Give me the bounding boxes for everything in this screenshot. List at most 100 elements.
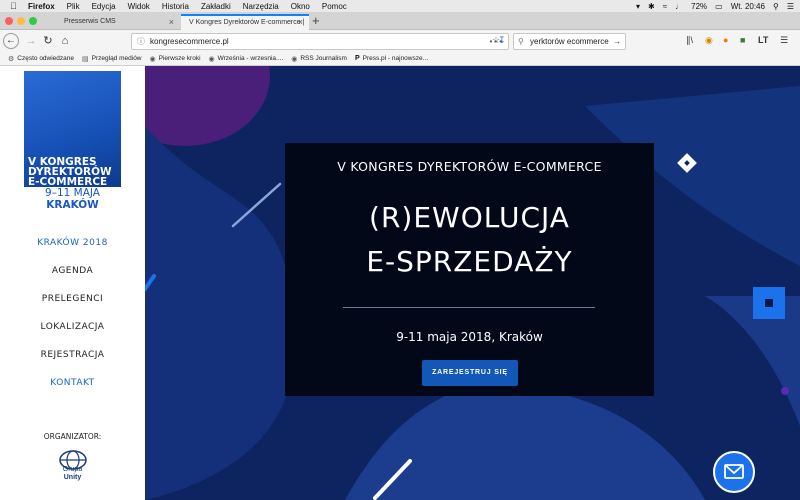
- search-go-icon[interactable]: →: [613, 34, 621, 49]
- nav-agenda[interactable]: AGENDA: [0, 264, 145, 292]
- contact-mail-button[interactable]: [713, 451, 755, 493]
- menu-hamburger-icon[interactable]: ☰: [780, 35, 788, 46]
- reload-button[interactable]: ↻: [40, 33, 56, 49]
- minimize-window-button[interactable]: [17, 17, 25, 25]
- battery-percent[interactable]: 72%: [691, 2, 707, 11]
- spotlight-search-icon[interactable]: ⚲: [773, 2, 779, 11]
- library-icon[interactable]: ∥\: [686, 35, 693, 46]
- organizer-name[interactable]: Grupa Unity: [0, 466, 145, 482]
- bookmark-label: RSS Journalism: [300, 55, 347, 62]
- menu-app-name[interactable]: Firefox: [28, 2, 55, 11]
- menu-pomoc[interactable]: Pomoc: [322, 2, 347, 11]
- tab-kongres[interactable]: V Kongres Dyrektorów E-commerce | ×: [181, 14, 309, 30]
- register-button[interactable]: ZAREJESTRUJ SIĘ: [422, 360, 518, 386]
- extension-icon[interactable]: ◉: [705, 35, 713, 46]
- wifi-icon[interactable]: ≈: [663, 2, 667, 11]
- close-tab-icon[interactable]: ×: [298, 16, 303, 29]
- volume-icon[interactable]: ♩: [675, 2, 683, 11]
- search-bar[interactable]: ⚲ yerktorów ecommerce →: [513, 33, 626, 50]
- close-window-button[interactable]: [5, 17, 13, 25]
- gear-icon: ⚙: [8, 55, 15, 63]
- bookmark-label: Pierwsze kroki: [158, 55, 201, 62]
- nav-lokalizacja[interactable]: LOKALIZACJA: [0, 320, 145, 348]
- organizer-name-line-1: Grupa: [62, 466, 83, 473]
- dropbox-icon[interactable]: ▾: [636, 2, 640, 11]
- notification-center-icon[interactable]: ☰: [787, 2, 794, 11]
- site-info-icon[interactable]: ⓘ: [137, 34, 145, 49]
- navigation-toolbar: ← → ↻ ⌂ ⓘ kongresecommerce.pl ••• ☆ ↧ ⚲ …: [0, 30, 800, 52]
- search-icon: ⚲: [518, 37, 524, 46]
- bookmark-wrzesnia[interactable]: ◉ Września - wrzesnia....: [209, 55, 284, 63]
- search-input-value[interactable]: yerktorów ecommerce: [530, 37, 609, 46]
- press-icon: P: [354, 55, 360, 62]
- bookmark-czesto-odwiedzane[interactable]: ⚙ Często odwiedzane: [8, 55, 74, 63]
- folder-icon: ▤: [82, 55, 89, 63]
- download-icon[interactable]: ↧: [498, 35, 506, 46]
- hero-title: V KONGRES DYREKTORÓW E-COMMERCE: [337, 159, 602, 174]
- extension-icon[interactable]: ■: [740, 35, 745, 45]
- bookmark-label: Często odwiedzane: [17, 55, 75, 62]
- zoom-window-button[interactable]: [29, 17, 37, 25]
- nav-kontakt[interactable]: KONTAKT: [0, 376, 145, 404]
- globe-icon: ◉: [208, 55, 215, 63]
- nav-prelegenci[interactable]: PRELEGENCI: [0, 292, 145, 320]
- battery-icon[interactable]: ▭: [715, 2, 723, 11]
- menu-edycja[interactable]: Edycja: [92, 2, 116, 11]
- clock[interactable]: Wt. 20:46: [731, 2, 765, 11]
- new-tab-button[interactable]: +: [312, 12, 320, 30]
- bookmark-label: Press.pl - najnowsze...: [362, 55, 429, 62]
- logo-line-3: E-COMMERCE: [28, 176, 108, 188]
- hero-headline-2: E-SPRZEDAŻY: [366, 245, 573, 278]
- bluetooth-icon[interactable]: ✱: [648, 2, 655, 11]
- url-text[interactable]: kongresecommerce.pl: [150, 37, 229, 46]
- bookmark-przeglad-mediow[interactable]: ▤ Przegląd mediów: [82, 55, 141, 63]
- main-nav: KRAKÓW 2018 AGENDA PRELEGENCI LOKALIZACJ…: [0, 236, 145, 404]
- menu-okno[interactable]: Okno: [291, 2, 310, 11]
- window-controls: [5, 17, 37, 25]
- tab-strip: Presserwis CMS × V Kongres Dyrektorów E-…: [0, 12, 800, 30]
- floating-widget-button[interactable]: [753, 287, 785, 319]
- organizer-label: ORGANIZATOR:: [43, 432, 102, 441]
- tab-presserwis[interactable]: Presserwis CMS ×: [56, 14, 180, 30]
- bookmark-pierwsze-kroki[interactable]: ◉ Pierwsze kroki: [150, 55, 201, 63]
- organizer-name-line-2: Unity: [63, 474, 82, 481]
- hero-card: V KONGRES DYREKTORÓW E-COMMERCE (R)EWOLU…: [285, 143, 654, 396]
- close-tab-icon[interactable]: ×: [169, 14, 174, 30]
- menu-historia[interactable]: Historia: [162, 2, 189, 11]
- forward-button[interactable]: →: [23, 33, 39, 49]
- hero-section: V KONGRES DYREKTORÓW E-COMMERCE (R)EWOLU…: [145, 66, 800, 500]
- home-button[interactable]: ⌂: [57, 33, 73, 49]
- back-button[interactable]: ←: [3, 33, 19, 49]
- bookmark-press-pl[interactable]: P Press.pl - najnowsze...: [355, 55, 428, 62]
- menu-widok[interactable]: Widok: [128, 2, 150, 11]
- event-logo[interactable]: V KONGRES DYREKTORÓW E-COMMERCE: [24, 71, 121, 187]
- globe-icon: ◉: [291, 55, 298, 63]
- menu-zakladki[interactable]: Zakładki: [201, 2, 231, 11]
- hero-headline-1: (R)EWOLUCJA: [369, 201, 570, 234]
- extension-lt-icon[interactable]: LT: [758, 35, 768, 45]
- square-icon: [765, 299, 773, 307]
- bookmark-rss-journalism[interactable]: ◉ RSS Journalism: [291, 55, 347, 63]
- envelope-icon: [724, 464, 744, 479]
- nav-rejestracja[interactable]: REJESTRACJA: [0, 348, 145, 376]
- tab-label: Presserwis CMS: [64, 18, 116, 25]
- extension-icon[interactable]: ●: [723, 35, 728, 45]
- tab-label: V Kongres Dyrektorów E-commerce |: [189, 19, 305, 26]
- bookmarks-toolbar: ⚙ Często odwiedzane ▤ Przegląd mediów ◉ …: [0, 52, 800, 66]
- hero-dates: 9-11 maja 2018, Kraków: [396, 330, 543, 344]
- bookmark-label: Przegląd mediów: [91, 55, 142, 62]
- apple-icon[interactable]: : [10, 1, 20, 11]
- url-bar[interactable]: ⓘ kongresecommerce.pl •••: [131, 33, 509, 50]
- hero-divider: [343, 307, 595, 308]
- page-viewport: V KONGRES DYREKTORÓW E-COMMERCE 9–11 MAJ…: [0, 66, 800, 500]
- macos-menu-bar:  Firefox Plik Edycja Widok Historia Zak…: [0, 0, 800, 12]
- globe-icon: ◉: [149, 55, 156, 63]
- site-sidebar: V KONGRES DYREKTORÓW E-COMMERCE 9–11 MAJ…: [0, 66, 145, 500]
- menu-narzedzia[interactable]: Narzędzia: [243, 2, 279, 11]
- menu-plik[interactable]: Plik: [67, 2, 80, 11]
- dot-shape: [781, 387, 789, 395]
- nav-krakow-2018[interactable]: KRAKÓW 2018: [0, 236, 145, 264]
- logo-dates-text: 9–11 MAJA: [45, 187, 100, 199]
- bookmark-label: Września - wrzesnia....: [217, 55, 284, 62]
- logo-dates: 9–11 MAJA KRAKÓW: [24, 187, 121, 211]
